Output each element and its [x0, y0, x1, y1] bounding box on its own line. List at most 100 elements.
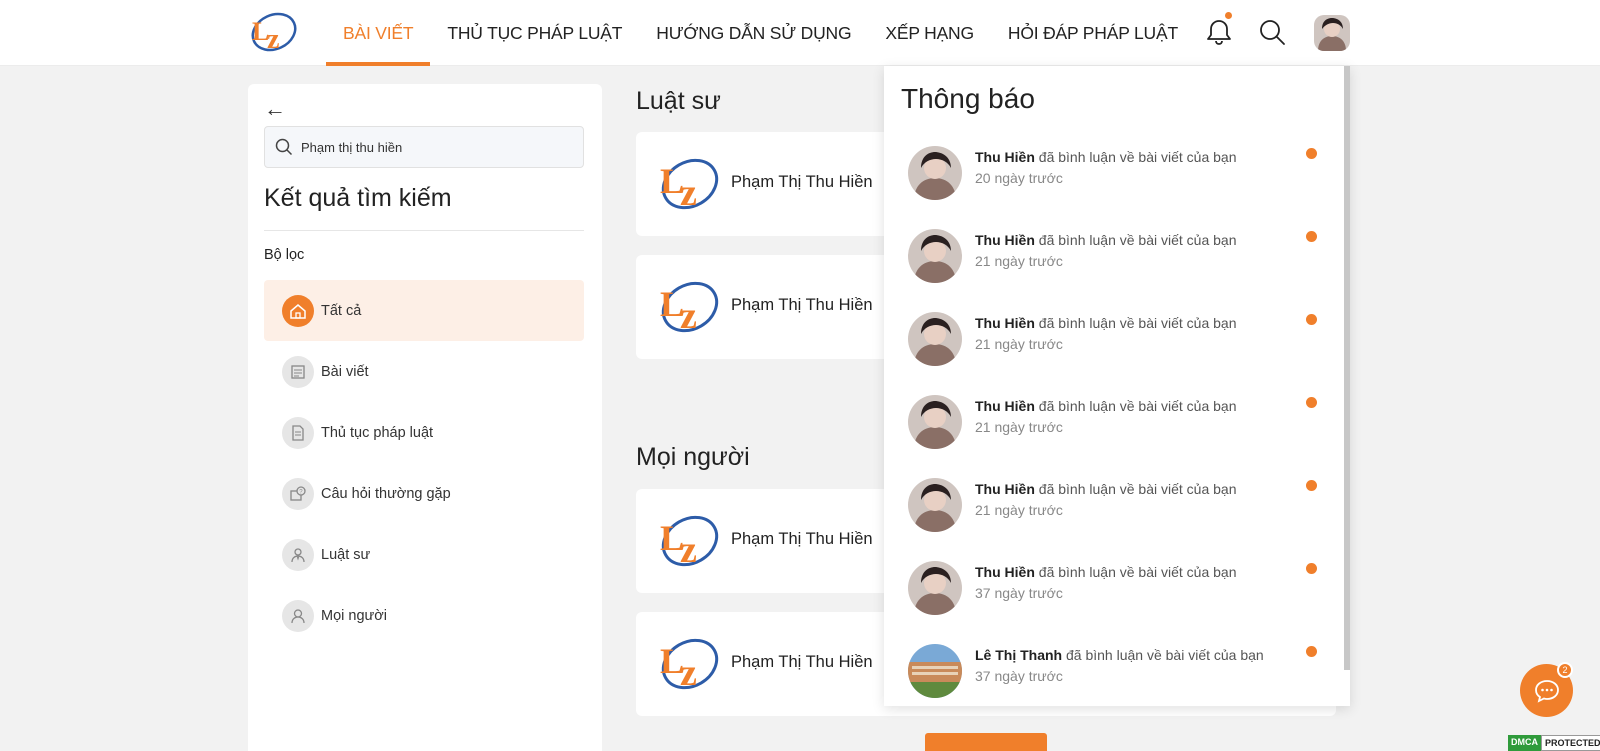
filter-faq[interactable]: ? Câu hỏi thường gặp [264, 463, 584, 524]
load-more-button[interactable] [925, 733, 1047, 751]
notification-user: Thu Hiền [975, 564, 1035, 580]
svg-text:z: z [680, 172, 697, 214]
notification-item[interactable]: Thu Hiền đã bình luận về bài viết của bạ… [908, 561, 1328, 631]
svg-text:z: z [267, 24, 279, 55]
chat-icon [1534, 679, 1559, 703]
notification-avatar [908, 478, 962, 532]
document-icon [282, 416, 314, 449]
notification-item[interactable]: Lê Thị Thanh đã bình luận về bài viết củ… [908, 644, 1328, 706]
dmca-protected-label: PROTECTED [1541, 735, 1600, 751]
filter-label-text: Luật sư [321, 546, 371, 563]
notification-user: Thu Hiền [975, 481, 1035, 497]
lawyer-name: Phạm Thị Thu Hiền [731, 173, 873, 191]
notification-avatar [908, 395, 962, 449]
notification-text: Thu Hiền đã bình luận về bài viết của bạ… [975, 149, 1236, 165]
nav-item[interactable]: XẾP HẠNG [868, 0, 991, 66]
notification-action: đã bình luận về bài viết của bạn [1038, 149, 1237, 165]
unread-dot [1306, 646, 1317, 657]
notification-avatar [908, 644, 962, 698]
nav-item[interactable]: HỎI ĐÁP PHÁP LUẬT [991, 0, 1195, 66]
notification-panel: Thông báo Thu Hiền đã bình luận về bài v… [884, 66, 1350, 706]
filter-articles[interactable]: Bài viết [264, 341, 584, 402]
svg-text:z: z [680, 529, 697, 571]
notification-avatar [908, 229, 962, 283]
notification-action: đã bình luận về bài viết của bạn [1066, 647, 1264, 663]
lawyer-name: Phạm Thị Thu Hiền [731, 296, 873, 314]
notification-user: Thu Hiền [975, 232, 1035, 248]
chat-badge: 2 [1557, 662, 1573, 678]
unread-dot [1306, 563, 1317, 574]
notification-text: Thu Hiền đã bình luận về bài viết của bạ… [975, 315, 1236, 331]
notification-action: đã bình luận về bài viết của bạn [1038, 232, 1237, 248]
notification-text: Thu Hiền đã bình luận về bài viết của bạ… [975, 481, 1236, 497]
filter-label-text: Câu hỏi thường gặp [321, 485, 451, 502]
profile-logo: Lz [652, 629, 722, 699]
header-search-icon[interactable] [1256, 16, 1288, 48]
nav-item[interactable]: THỦ TỤC PHÁP LUẬT [430, 0, 639, 66]
search-icon [275, 138, 293, 156]
nav-item[interactable]: HƯỚNG DẪN SỬ DỤNG [639, 0, 868, 66]
notification-text: Thu Hiền đã bình luận về bài viết của bạ… [975, 232, 1236, 248]
notification-action: đã bình luận về bài viết của bạn [1038, 564, 1237, 580]
search-sidebar: ← Kết quả tìm kiếm Bộ lọc Tất cả Bài viế… [248, 84, 602, 751]
lawyers-section-title: Luật sư [636, 87, 721, 115]
filter-people[interactable]: Mọi người [264, 585, 584, 646]
user-avatar[interactable] [1314, 15, 1350, 51]
divider [264, 230, 584, 231]
chat-button[interactable]: 2 [1520, 662, 1573, 717]
person-name: Phạm Thị Thu Hiền [731, 653, 873, 671]
home-icon [282, 294, 314, 327]
search-field[interactable] [264, 126, 584, 168]
notification-avatar [908, 312, 962, 366]
top-header: L z BÀI VIẾT THỦ TỤC PHÁP LUẬT HƯỚNG DẪN S… [0, 0, 1600, 66]
notification-action: đã bình luận về bài viết của bạn [1038, 398, 1237, 414]
svg-text:z: z [680, 652, 697, 694]
notification-time: 21 ngày trước [975, 419, 1063, 435]
notification-item[interactable]: Thu Hiền đã bình luận về bài viết của bạ… [908, 395, 1328, 465]
notification-time: 37 ngày trước [975, 585, 1063, 601]
notification-time: 37 ngày trước [975, 668, 1063, 684]
person-icon [282, 599, 314, 632]
notification-avatar [908, 561, 962, 615]
article-icon [282, 355, 314, 388]
profile-logo: Lz [652, 506, 722, 576]
filter-label-text: Bài viết [321, 363, 369, 380]
notification-user: Lê Thị Thanh [975, 647, 1063, 663]
filter-lawyers[interactable]: Luật sư [264, 524, 584, 585]
people-section-title: Mọi người [636, 443, 750, 471]
site-logo[interactable]: L z [246, 8, 298, 58]
search-input[interactable] [301, 139, 571, 155]
unread-dot [1306, 397, 1317, 408]
question-icon: ? [282, 477, 314, 510]
person-name: Phạm Thị Thu Hiền [731, 530, 873, 548]
filter-label-text: Tất cả [321, 302, 362, 319]
filter-all[interactable]: Tất cả [264, 280, 584, 341]
dmca-badge[interactable]: DMCA PROTECTED [1508, 735, 1600, 751]
notification-item[interactable]: Thu Hiền đã bình luận về bài viết của bạ… [908, 478, 1328, 548]
unread-dot [1306, 231, 1317, 242]
unread-dot [1306, 148, 1317, 159]
notification-user: Thu Hiền [975, 398, 1035, 414]
filter-label-text: Mọi người [321, 607, 387, 624]
filter-legal-procedures[interactable]: Thủ tục pháp luật [264, 402, 584, 463]
lawyer-icon [282, 538, 314, 571]
notification-title: Thông báo [901, 83, 1035, 114]
notification-action: đã bình luận về bài viết của bạn [1038, 481, 1237, 497]
back-arrow-icon[interactable]: ← [264, 96, 286, 122]
notification-time: 21 ngày trước [975, 502, 1063, 518]
notification-time: 20 ngày trước [975, 170, 1063, 186]
notification-user: Thu Hiền [975, 315, 1035, 331]
notification-text: Lê Thị Thanh đã bình luận về bài viết củ… [975, 647, 1264, 663]
notification-item[interactable]: Thu Hiền đã bình luận về bài viết của bạ… [908, 229, 1328, 299]
unread-dot [1306, 480, 1317, 491]
svg-text:z: z [680, 295, 697, 337]
notification-bell-icon[interactable] [1203, 12, 1235, 48]
scrollbar[interactable] [1344, 66, 1350, 670]
notification-action: đã bình luận về bài viết của bạn [1038, 315, 1237, 331]
notification-text: Thu Hiền đã bình luận về bài viết của bạ… [975, 398, 1236, 414]
notification-item[interactable]: Thu Hiền đã bình luận về bài viết của bạ… [908, 312, 1328, 382]
profile-logo: Lz [652, 272, 722, 342]
notification-item[interactable]: Thu Hiền đã bình luận về bài viết của bạ… [908, 146, 1328, 216]
notification-time: 21 ngày trước [975, 336, 1063, 352]
nav-item[interactable]: BÀI VIẾT [326, 0, 431, 66]
